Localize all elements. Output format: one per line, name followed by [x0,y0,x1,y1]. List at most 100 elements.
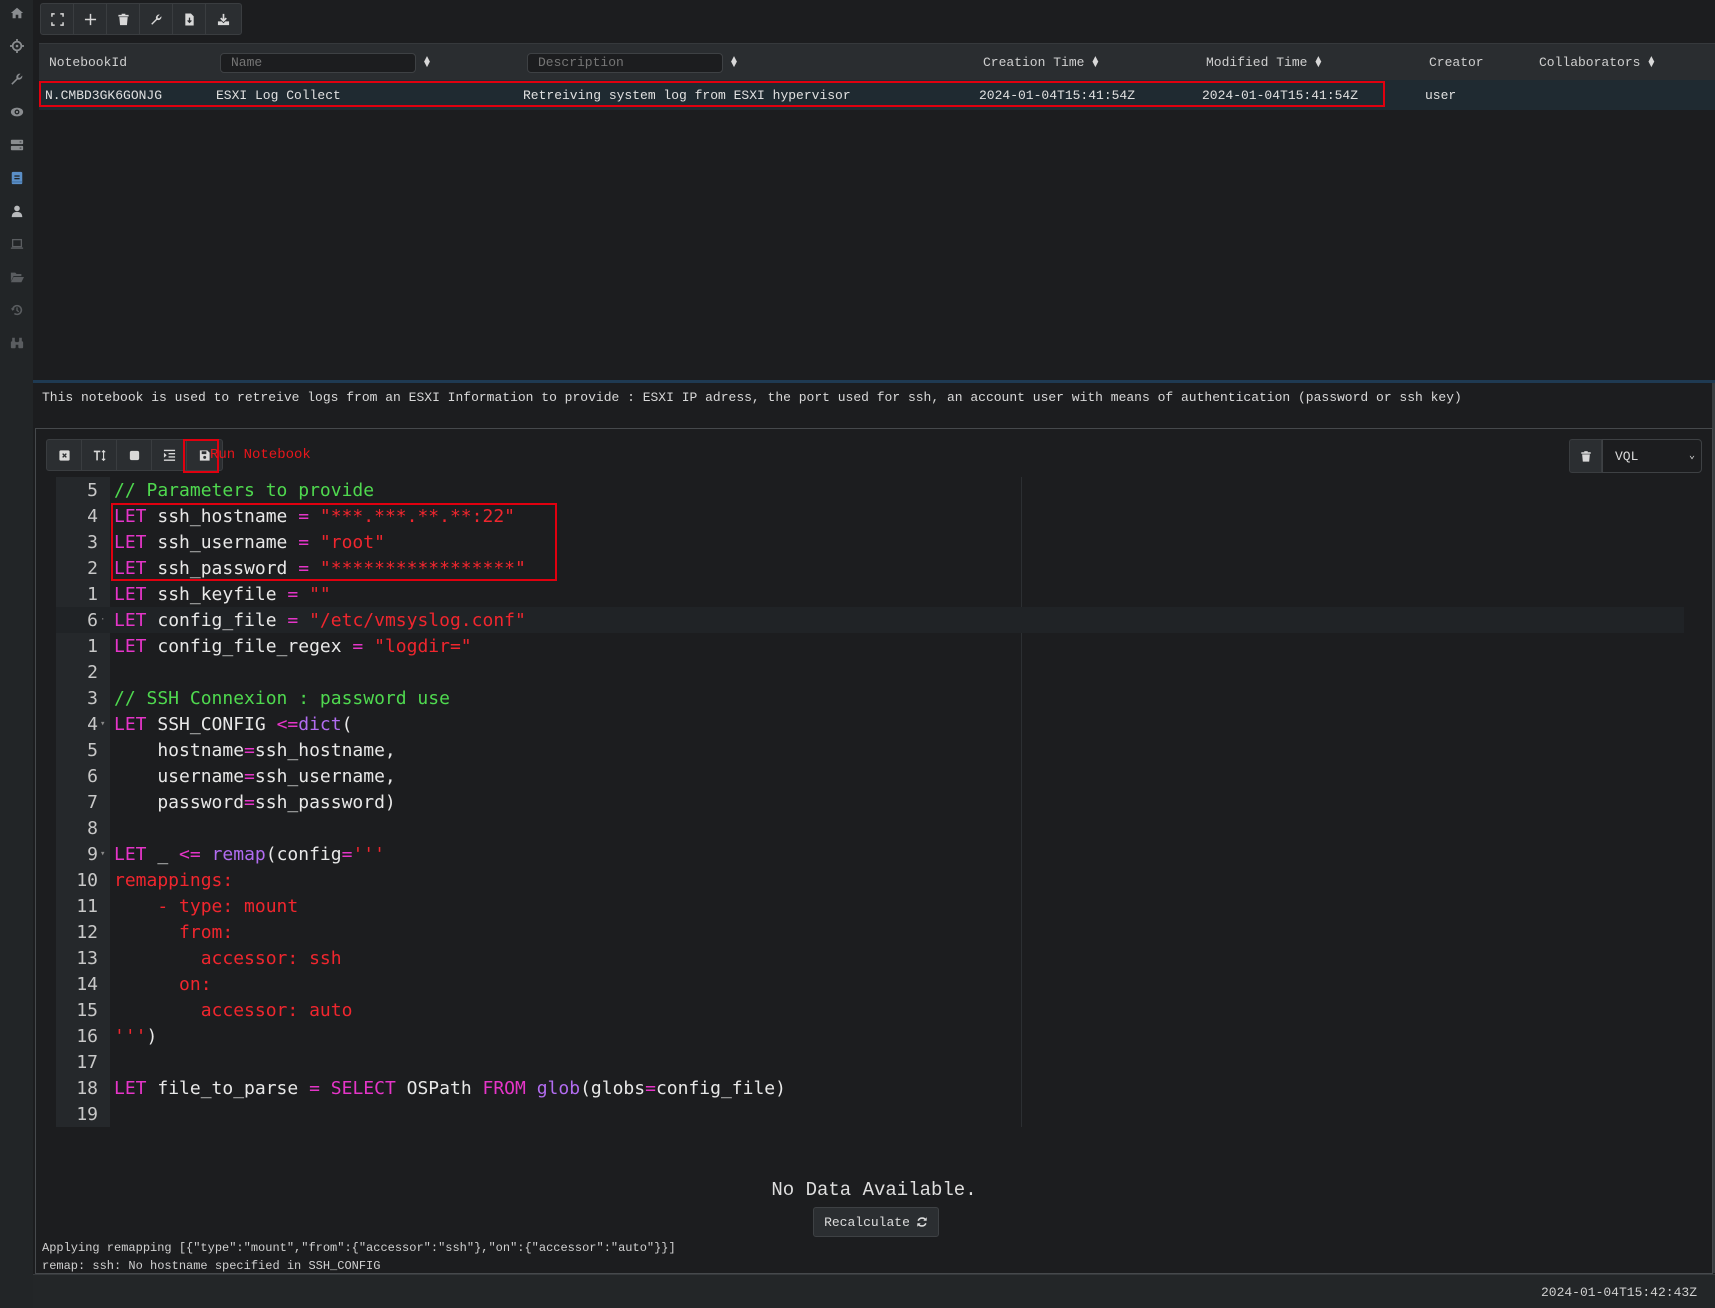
code-line[interactable]: 7 password=ssh_password) [56,789,1684,815]
user-icon[interactable] [0,198,33,224]
delete-notebook-button[interactable] [107,4,140,34]
code-text: on: [110,974,212,995]
line-number: 15 [76,999,98,1021]
eye-icon[interactable] [0,99,33,125]
description-filter-input[interactable] [527,52,723,73]
line-number: 8 [87,817,98,839]
language-select[interactable]: VQL ⌄ [1602,439,1702,473]
code-token: ssh_password [146,557,299,579]
crosshairs-icon[interactable] [0,33,33,59]
code-token: <= [276,713,299,735]
code-line[interactable]: 5 // Parameters to provide [56,477,1684,503]
pane-splitter[interactable] [33,380,1715,383]
code-line[interactable]: 1 LET ssh_keyfile = "" [56,581,1684,607]
stop-button[interactable] [117,440,152,470]
edit-notebook-button[interactable] [140,4,173,34]
main-content: NotebookId ▲▼ ▲▼ Creation Time ▲▼ Modifi… [33,0,1715,1308]
code-token: = [309,1077,320,1099]
delete-cell-button[interactable] [1569,439,1602,473]
indent-button[interactable] [152,440,187,470]
sort-icon[interactable]: ▲ ▼ [424,55,430,70]
code-text: ''') [110,1026,157,1047]
binoculars-icon[interactable] [0,330,33,356]
code-token: - type: mount [114,895,299,917]
code-token: from: [114,921,234,943]
table-row[interactable]: N.CMBD3GK6GONJG ESXI Log Collect Retreiv… [39,80,1715,110]
column-header-creator: Creator [1429,55,1484,70]
code-line[interactable]: 19 [56,1101,1684,1127]
name-filter-input[interactable] [220,52,416,73]
line-number: 2 [87,557,98,579]
code-token: <= [179,843,201,865]
sort-icon[interactable]: ▲ ▼ [1315,55,1321,70]
code-line[interactable]: 16 ''') [56,1023,1684,1049]
code-token: dict [298,713,342,735]
code-line[interactable]: 2 [56,659,1684,685]
code-editor[interactable]: 5 // Parameters to provide 4 LET ssh_hostna… [56,477,1684,1127]
code-line[interactable]: 8 [56,815,1684,841]
code-token: "/etc/vmsyslog.conf" [309,609,526,631]
code-line[interactable]: 6 · LET config_file = "/etc/vmsyslog.conf" [56,607,1684,633]
text-height-button[interactable] [82,440,117,470]
indent-icon [163,449,175,461]
laptop-icon[interactable] [0,231,33,257]
code-line[interactable]: 13 accessor: ssh [56,945,1684,971]
history-icon[interactable] [0,297,33,323]
sort-icon[interactable]: ▲ ▼ [1648,55,1654,70]
sort-icon[interactable]: ▲ ▼ [1092,55,1098,70]
column-header-modified-time[interactable]: Modified Time ▲ ▼ [1206,44,1321,81]
import-notebook-button[interactable] [206,4,241,34]
close-cell-button[interactable] [47,440,82,470]
code-token: _ [146,843,180,865]
cell-description: Retreiving system log from ESXI hypervis… [523,87,851,103]
new-notebook-button[interactable] [74,4,107,34]
stop-icon [129,450,139,460]
line-number: 3 [87,687,98,709]
code-token: LET [114,557,147,579]
code-token: accessor: ssh [114,947,342,969]
code-token: "*****************" [319,557,526,579]
code-token: = [244,765,255,787]
home-icon[interactable] [0,0,33,26]
column-header-notebook-id[interactable]: NotebookId [49,44,127,81]
code-line[interactable]: 15 accessor: auto [56,997,1684,1023]
code-line[interactable]: 11 - type: mount [56,893,1684,919]
sort-icon[interactable]: ▲ ▼ [731,55,737,70]
code-line[interactable]: 9 ▾ LET _ <= remap(config=''' [56,841,1684,867]
fullscreen-button[interactable] [41,4,74,34]
server-icon[interactable] [0,132,33,158]
code-text: LET ssh_keyfile = "" [110,584,331,605]
fold-toggle-icon[interactable]: ▾ [98,849,110,859]
code-line[interactable]: 6 username=ssh_username, [56,763,1684,789]
code-line[interactable]: 4 LET ssh_hostname = "***.***.**.**:22" [56,503,1684,529]
code-line[interactable]: 14 on: [56,971,1684,997]
recalculate-button[interactable]: Recalculate [813,1207,939,1237]
cell-name: ESXI Log Collect [216,87,341,103]
file-download-icon [184,12,194,26]
wrench-icon[interactable] [0,66,33,92]
log-line: Applying remapping [{"type":"mount","fro… [42,1241,676,1255]
code-token: (globs [580,1077,646,1099]
code-line[interactable]: 3 LET ssh_username = "root" [56,529,1684,555]
code-token: LET [114,609,147,631]
column-header-collaborators[interactable]: Collaborators ▲ ▼ [1539,44,1654,81]
code-line[interactable]: 18 LET file_to_parse = SELECT OSPath FROM… [56,1075,1684,1101]
code-line[interactable]: 17 [56,1049,1684,1075]
code-line[interactable]: 3 // SSH Connexion : password use [56,685,1684,711]
code-line[interactable]: 10 remappings: [56,867,1684,893]
code-line[interactable]: 5 hostname=ssh_hostname, [56,737,1684,763]
line-number: 6 [87,765,98,787]
line-number: 2 [87,661,98,683]
code-line[interactable]: 4 ▾ LET SSH_CONFIG <=dict( [56,711,1684,737]
code-line[interactable]: 1 LET config_file_regex = "logdir=" [56,633,1684,659]
code-token: = [244,739,255,761]
notebook-icon[interactable] [0,165,33,191]
line-number: 19 [76,1103,98,1125]
code-line[interactable]: 12 from: [56,919,1684,945]
export-notebook-button[interactable] [173,4,206,34]
column-header-creation-time[interactable]: Creation Time ▲ ▼ [983,44,1098,81]
code-line[interactable]: 2 LET ssh_password = "*****************" [56,555,1684,581]
fold-toggle-icon[interactable]: ▾ [98,719,110,729]
folder-open-icon[interactable] [0,264,33,290]
